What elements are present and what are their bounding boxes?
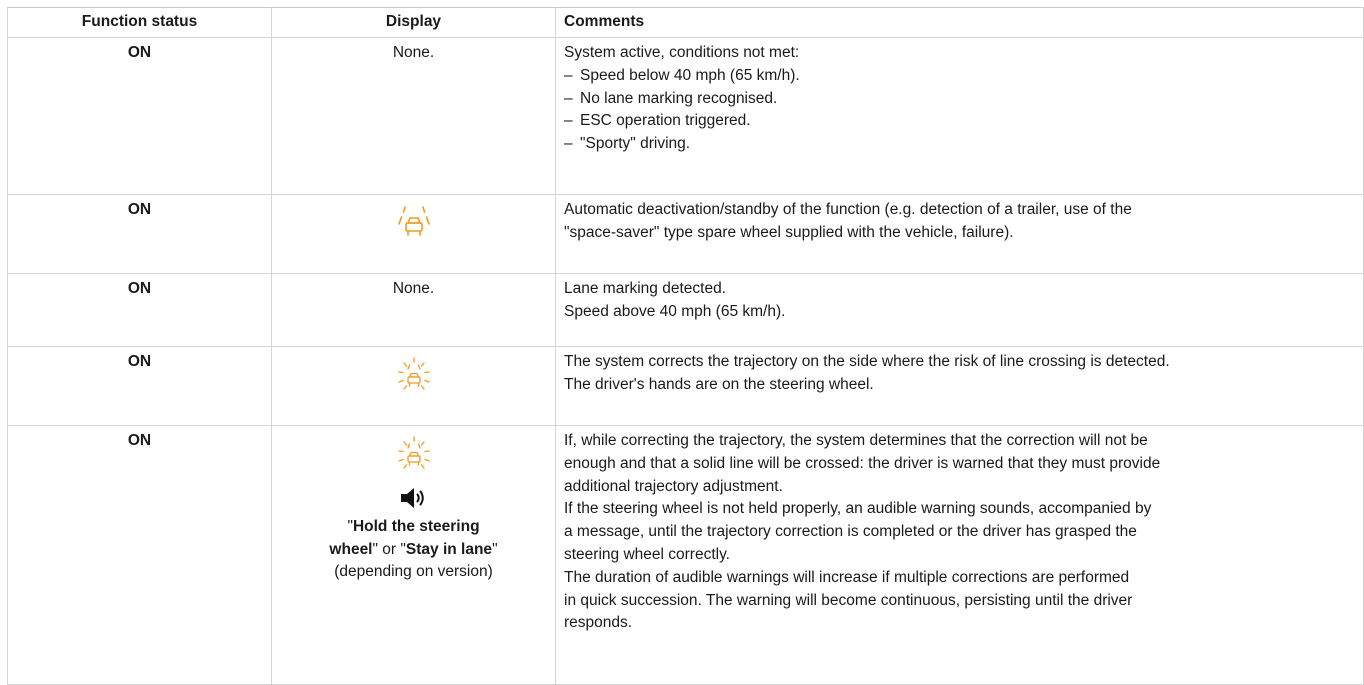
comments-cell: The system corrects the trajectory on th… xyxy=(555,346,1364,426)
comment-bullet: – Speed below 40 mph (65 km/h). xyxy=(564,66,800,84)
comment-bullet: – ESC operation triggered. xyxy=(564,112,751,130)
status-cell: ON xyxy=(7,346,272,426)
lane-departure-flashing-icon xyxy=(272,436,555,472)
version-note: (depending on version) xyxy=(334,563,493,580)
comment-bullet: – "Sporty" driving. xyxy=(564,135,691,153)
table-row: ON xyxy=(7,194,1364,274)
display-cell: None. xyxy=(271,273,556,347)
warning-message-text: "Hold the steering wheel" or "Stay in lan… xyxy=(329,518,498,580)
display-text: None. xyxy=(392,44,435,61)
table-row: ON xyxy=(7,346,1364,426)
comment-intro: System active, conditions not met: xyxy=(564,44,800,61)
comment-bullet: – No lane marking recognised. xyxy=(564,89,778,107)
status-cell: ON xyxy=(7,425,272,685)
table-row: ON None. Lane marking detected. Speed ab… xyxy=(7,273,1364,347)
display-cell: "Hold the steering wheel" or "Stay in lan… xyxy=(271,425,556,685)
comments-cell: Lane marking detected. Speed above 40 mp… xyxy=(555,273,1364,347)
function-status-table: Function status Display Comments ON None… xyxy=(7,7,1364,685)
status-cell: ON xyxy=(7,37,272,195)
display-text: None. xyxy=(392,280,435,297)
comments-cell: Automatic deactivation/standby of the fu… xyxy=(555,194,1364,274)
display-cell xyxy=(271,346,556,426)
display-cell: None. xyxy=(271,37,556,195)
header-display: Display xyxy=(271,7,556,38)
table-row: ON None. System active, conditions not m… xyxy=(7,37,1364,195)
table-row: ON xyxy=(7,425,1364,685)
display-cell xyxy=(271,194,556,274)
header-comments: Comments xyxy=(555,7,1364,38)
lane-departure-car-icon xyxy=(272,205,555,239)
comments-cell: System active, conditions not met: – Spee… xyxy=(555,37,1364,195)
header-row: Function status Display Comments xyxy=(7,7,1364,38)
speaker-sound-icon xyxy=(272,486,555,510)
lane-departure-flashing-icon xyxy=(272,357,555,393)
status-cell: ON xyxy=(7,194,272,274)
header-function-status: Function status xyxy=(7,7,272,38)
status-cell: ON xyxy=(7,273,272,347)
comments-cell: If, while correcting the trajectory, the… xyxy=(555,425,1364,685)
